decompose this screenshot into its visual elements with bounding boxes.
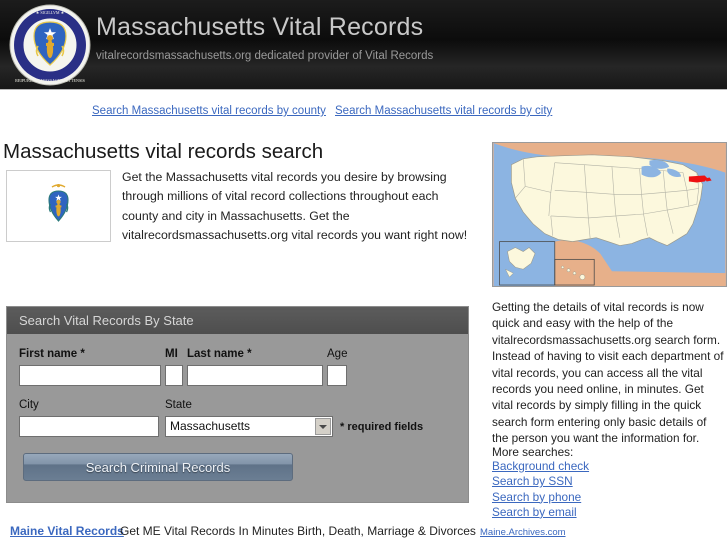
massachusetts-state-seal-icon: ★ SIGILLVM ★ REIPUBLICÆ MASSACHUSETTENSI… <box>8 3 92 87</box>
more-searches-links: Background check Search by SSN Search by… <box>492 459 724 520</box>
intro-text: Get the Massachusetts vital records you … <box>122 170 468 243</box>
united-states-map-icon <box>492 142 727 287</box>
panel-body: First name * MI Last name * Age City Sta… <box>7 334 468 502</box>
link-background-check[interactable]: Background check <box>492 459 724 474</box>
last-name-label: Last name * <box>187 348 252 360</box>
svg-text:★ SIGILLVM ★: ★ SIGILLVM ★ <box>36 10 65 15</box>
page-title: Massachusetts vital records search <box>3 140 324 163</box>
massachusetts-state-flag-icon <box>6 170 111 242</box>
nav-link-search-by-county[interactable]: Search Massachusetts vital records by co… <box>92 104 326 118</box>
search-vital-records-panel: Search Vital Records By State First name… <box>6 306 469 503</box>
header-text-block: Massachusetts Vital Records vitalrecords… <box>96 12 433 63</box>
site-header: ★ SIGILLVM ★ REIPUBLICÆ MASSACHUSETTENSI… <box>0 0 727 90</box>
chevron-down-icon[interactable] <box>315 418 331 435</box>
state-select-value: Massachusetts <box>170 419 251 433</box>
middle-initial-input[interactable] <box>165 365 183 386</box>
link-search-by-ssn[interactable]: Search by SSN <box>492 474 724 489</box>
link-search-by-phone[interactable]: Search by phone <box>492 490 724 505</box>
footer-text: Get ME Vital Records In Minutes Birth, D… <box>120 524 476 538</box>
more-searches-label: More searches: <box>492 445 574 459</box>
panel-title: Search Vital Records By State <box>7 307 468 334</box>
site-tagline: vitalrecordsmassachusetts.org dedicated … <box>96 50 434 62</box>
footer-link-maine-vital-records[interactable]: Maine Vital Records <box>10 524 124 539</box>
middle-initial-label: MI <box>165 348 178 360</box>
age-label: Age <box>327 348 348 360</box>
main-nav: Search Massachusetts vital records by co… <box>0 104 727 124</box>
first-name-input[interactable] <box>19 365 161 386</box>
age-input[interactable] <box>327 365 347 386</box>
nav-link-search-by-city[interactable]: Search Massachusetts vital records by ci… <box>335 104 552 118</box>
city-label: City <box>19 399 39 411</box>
state-label: State <box>165 399 192 411</box>
link-search-by-email[interactable]: Search by email <box>492 505 724 520</box>
last-name-input[interactable] <box>187 365 323 386</box>
search-criminal-records-button[interactable]: Search Criminal Records <box>23 453 293 481</box>
state-select[interactable]: Massachusetts <box>165 416 333 437</box>
city-input[interactable] <box>19 416 159 437</box>
site-footer: Maine Vital Records Get ME Vital Records… <box>0 524 727 544</box>
svg-text:REIPUBLICÆ MASSACHUSETTENSIS: REIPUBLICÆ MASSACHUSETTENSIS <box>15 78 85 83</box>
footer-credit-link[interactable]: Maine.Archives.com <box>480 526 566 539</box>
first-name-label: First name * <box>19 348 85 360</box>
required-fields-note: * required fields <box>340 421 424 433</box>
sidebar-body-text: Getting the details of vital records is … <box>492 300 724 446</box>
site-title: Massachusetts Vital Records <box>96 13 424 41</box>
